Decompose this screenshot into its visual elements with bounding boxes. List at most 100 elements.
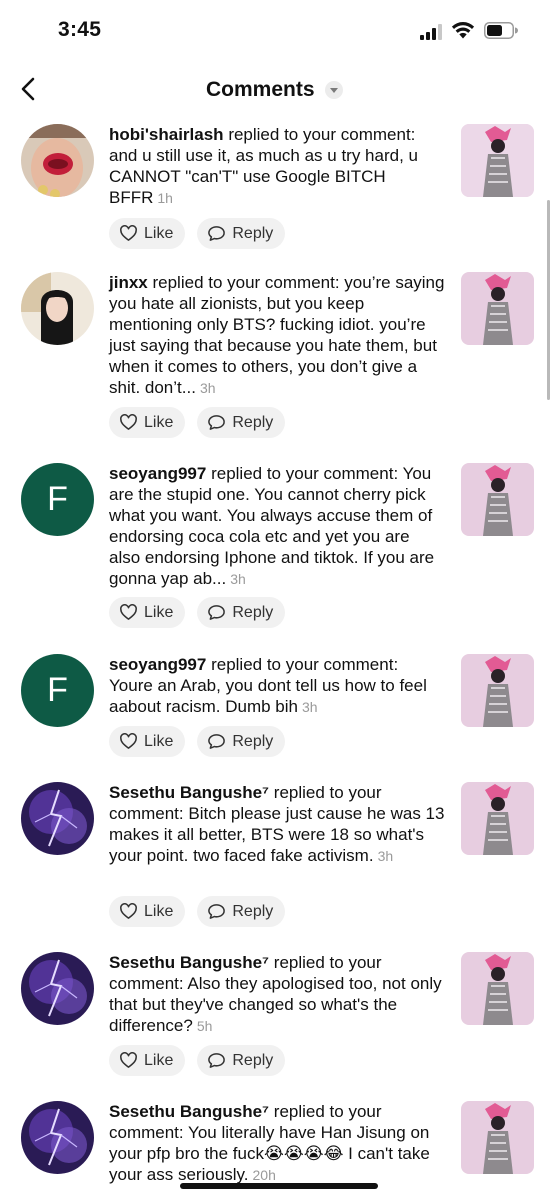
post-thumbnail[interactable] <box>461 782 534 855</box>
reply-button[interactable]: Reply <box>197 896 286 927</box>
post-image-icon <box>461 952 534 1025</box>
list-item[interactable]: Sesethu Bangushe⁷ replied to your commen… <box>0 952 555 1092</box>
status-bar: 3:45 <box>0 0 555 62</box>
comment-text: Sesethu Bangushe⁷ replied to your commen… <box>109 1101 445 1186</box>
post-thumbnail[interactable] <box>461 1101 534 1174</box>
username[interactable]: Sesethu Bangushe⁷ <box>109 953 269 972</box>
list-item[interactable]: F seoyang997 replied to your comment: Yo… <box>0 463 555 653</box>
comment-text: seoyang997 replied to your comment: Your… <box>109 654 445 718</box>
comment-actions: Like Reply <box>109 896 286 927</box>
comment-actions: Like Reply <box>109 726 286 757</box>
reply-button[interactable]: Reply <box>197 597 286 628</box>
comment-text: Sesethu Bangushe⁷ replied to your commen… <box>109 782 445 867</box>
like-label: Like <box>144 732 174 750</box>
like-button[interactable]: Like <box>109 218 186 249</box>
timestamp: 5h <box>196 1018 213 1034</box>
storm-photo-icon <box>21 952 94 1025</box>
post-thumbnail[interactable] <box>461 463 534 536</box>
avatar[interactable]: F <box>21 654 94 727</box>
cellular-signal-icon <box>420 24 442 40</box>
heart-outline-icon <box>120 903 137 919</box>
comment-text: hobi'shairlash replied to your comment: … <box>109 124 445 209</box>
reply-button[interactable]: Reply <box>197 1045 286 1076</box>
reply-label: Reply <box>232 902 274 920</box>
avatar[interactable]: F <box>21 463 94 536</box>
comment-actions: Like Reply <box>109 1045 286 1076</box>
username[interactable]: seoyang997 <box>109 464 206 483</box>
avatar[interactable] <box>21 952 94 1025</box>
like-label: Like <box>144 902 174 920</box>
like-label: Like <box>144 413 174 431</box>
like-button[interactable]: Like <box>109 896 186 927</box>
like-button[interactable]: Like <box>109 1045 186 1076</box>
comment-actions: Like Reply <box>109 407 286 438</box>
comment-text: Sesethu Bangushe⁷ replied to your commen… <box>109 952 445 1037</box>
avatar[interactable] <box>21 124 94 197</box>
username[interactable]: jinxx <box>109 273 148 292</box>
username[interactable]: Sesethu Bangushe⁷ <box>109 783 269 802</box>
profile-photo-icon <box>21 272 94 345</box>
post-thumbnail[interactable] <box>461 124 534 197</box>
post-image-icon <box>461 654 534 727</box>
list-item[interactable]: Sesethu Bangushe⁷ replied to your commen… <box>0 782 555 942</box>
speech-bubble-icon <box>208 415 226 430</box>
comment-list: hobi'shairlash replied to your comment: … <box>0 118 555 1200</box>
storm-photo-icon <box>21 1101 94 1174</box>
comment-text: jinxx replied to your comment: you’re sa… <box>109 272 445 399</box>
page-title: Comments <box>206 78 315 101</box>
list-item[interactable]: jinxx replied to your comment: you’re sa… <box>0 272 555 462</box>
list-item[interactable]: hobi'shairlash replied to your comment: … <box>0 124 555 274</box>
heart-outline-icon <box>120 604 137 620</box>
chevron-down-icon <box>324 81 343 99</box>
reply-label: Reply <box>232 224 274 242</box>
post-image-icon <box>461 463 534 536</box>
speech-bubble-icon <box>208 904 226 919</box>
heart-outline-icon <box>120 414 137 430</box>
avatar[interactable] <box>21 1101 94 1174</box>
home-indicator[interactable] <box>180 1183 378 1189</box>
battery-icon <box>484 22 518 39</box>
heart-outline-icon <box>120 1052 137 1068</box>
like-button[interactable]: Like <box>109 597 186 628</box>
heart-outline-icon <box>120 225 137 241</box>
like-button[interactable]: Like <box>109 726 186 757</box>
comment-actions: Like Reply <box>109 597 286 628</box>
username[interactable]: seoyang997 <box>109 655 206 674</box>
heart-outline-icon <box>120 733 137 749</box>
post-thumbnail[interactable] <box>461 654 534 727</box>
comment-body: replied to your comment: you’re saying y… <box>109 273 445 397</box>
status-time: 3:45 <box>58 18 102 41</box>
speech-bubble-icon <box>208 605 226 620</box>
nav-bar: Comments <box>0 62 555 118</box>
like-label: Like <box>144 224 174 242</box>
username[interactable]: Sesethu Bangushe⁷ <box>109 1102 269 1121</box>
chevron-left-icon[interactable] <box>14 74 44 104</box>
comments-filter-dropdown[interactable]: Comments <box>206 75 343 105</box>
scrollbar[interactable] <box>547 200 550 400</box>
post-image-icon <box>461 272 534 345</box>
storm-photo-icon <box>21 782 94 855</box>
comment-text: seoyang997 replied to your comment: You … <box>109 463 445 590</box>
post-image-icon <box>461 782 534 855</box>
like-button[interactable]: Like <box>109 407 186 438</box>
post-thumbnail[interactable] <box>461 272 534 345</box>
timestamp: 3h <box>199 380 216 396</box>
profile-photo-icon <box>21 124 94 197</box>
post-image-icon <box>461 1101 534 1174</box>
avatar[interactable] <box>21 782 94 855</box>
speech-bubble-icon <box>208 226 226 241</box>
comment-actions: Like Reply <box>109 218 286 249</box>
timestamp: 3h <box>377 848 394 864</box>
wifi-icon <box>451 22 475 39</box>
list-item[interactable]: F seoyang997 replied to your comment: Yo… <box>0 654 555 784</box>
avatar[interactable] <box>21 272 94 345</box>
reply-button[interactable]: Reply <box>197 407 286 438</box>
reply-label: Reply <box>232 732 274 750</box>
reply-button[interactable]: Reply <box>197 218 286 249</box>
reply-button[interactable]: Reply <box>197 726 286 757</box>
timestamp: 1h <box>157 190 173 206</box>
reply-label: Reply <box>232 1051 274 1069</box>
speech-bubble-icon <box>208 734 226 749</box>
username[interactable]: hobi'shairlash <box>109 125 224 144</box>
post-thumbnail[interactable] <box>461 952 534 1025</box>
